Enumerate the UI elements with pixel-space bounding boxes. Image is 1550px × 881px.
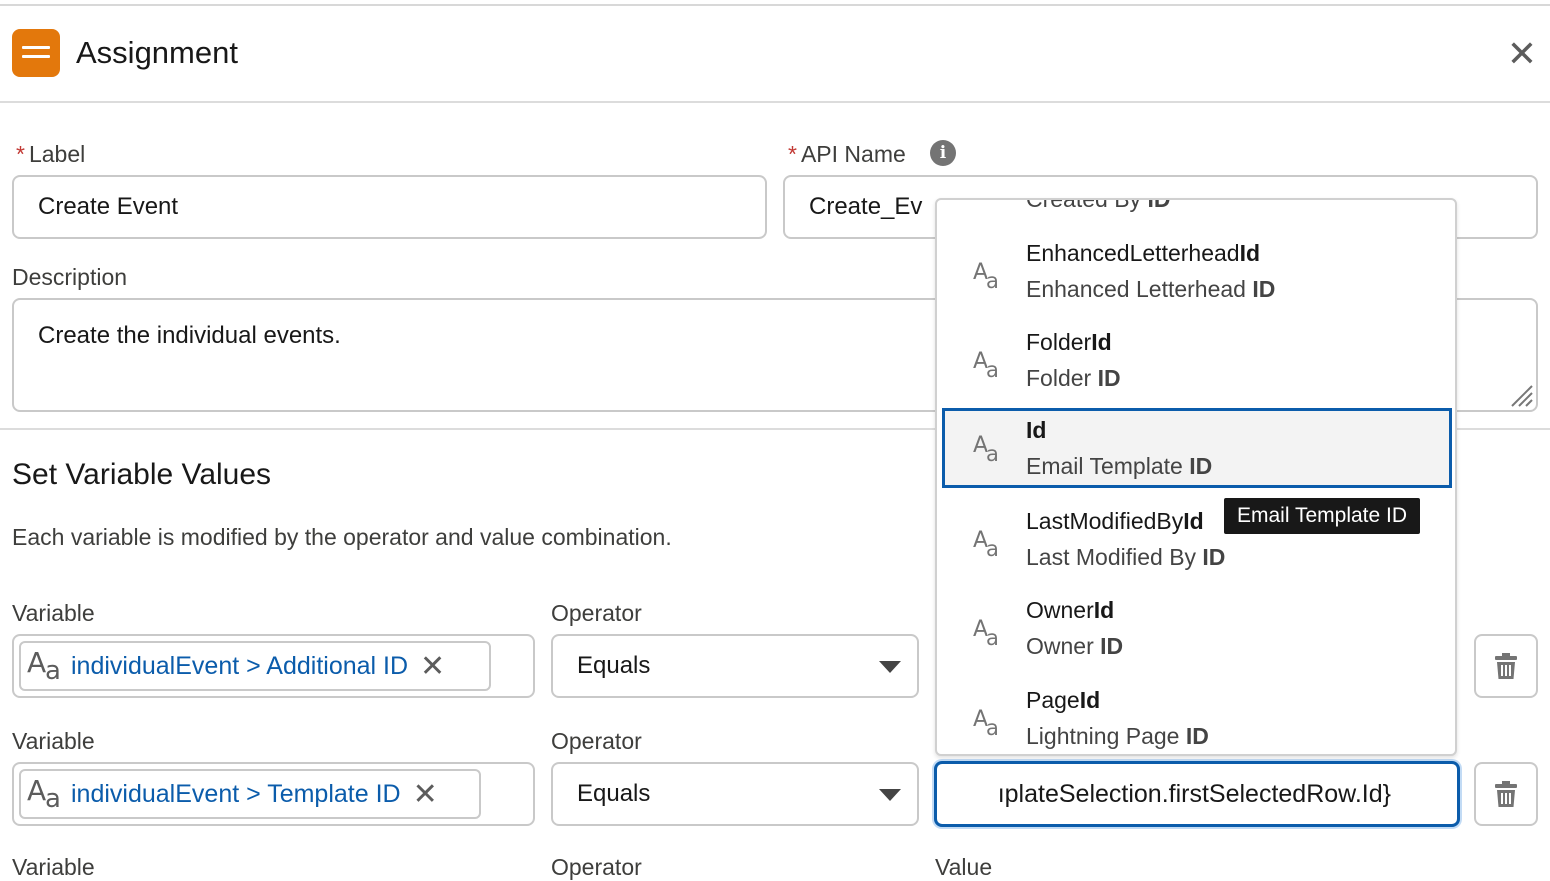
text-type-icon: Aa <box>973 528 999 561</box>
assignment-icon <box>12 29 60 77</box>
variable-combobox[interactable]: Aa individualEvent > Additional ID ✕ <box>12 634 535 698</box>
listbox-item[interactable]: Aa PageId Lightning Page ID <box>937 683 1455 754</box>
description-field-label: Description <box>12 264 128 290</box>
operator-value: Equals <box>577 652 651 679</box>
listbox-item[interactable]: Aa EnhancedLetterheadId Enhanced Letterh… <box>937 236 1455 320</box>
remove-icon[interactable]: ✕ <box>420 649 445 684</box>
variable-pill[interactable]: Aa individualEvent > Template ID ✕ <box>19 769 481 819</box>
modal-title: Assignment <box>76 35 238 70</box>
listbox-item[interactable]: Aa OwnerId Owner ID <box>937 593 1455 677</box>
tooltip: Email Template ID <box>1224 498 1421 534</box>
api-name-input-value: Create_Ev <box>809 193 923 220</box>
variable-label: Variable <box>12 854 95 880</box>
delete-row-button[interactable] <box>1474 634 1538 698</box>
text-type-icon: Aa <box>973 260 999 293</box>
operator-label: Operator <box>551 854 642 880</box>
close-icon[interactable]: ✕ <box>1506 36 1538 72</box>
listbox-item-partial[interactable]: Created By ID <box>1026 200 1170 213</box>
label-input[interactable]: Create Event <box>12 175 767 239</box>
operator-value: Equals <box>577 780 651 807</box>
value-input-text: ıplateSelection.firstSelectedRow.Id} <box>997 780 1391 808</box>
required-marker: * <box>788 141 797 167</box>
variable-pill-label: individualEvent > Template ID <box>71 779 401 808</box>
top-divider <box>0 4 1550 6</box>
chevron-down-icon <box>879 661 901 673</box>
trash-icon <box>1495 781 1517 807</box>
section-title: Set Variable Values <box>12 458 272 491</box>
variable-label: Variable <box>12 728 95 754</box>
label-input-value: Create Event <box>38 193 179 220</box>
listbox-item[interactable]: Aa FolderId Folder ID <box>937 325 1455 409</box>
resize-handle-icon[interactable] <box>1508 382 1534 408</box>
section-description: Each variable is modified by the operato… <box>12 524 672 550</box>
text-type-icon: Aa <box>973 707 999 740</box>
operator-select[interactable]: Equals <box>551 634 919 698</box>
listbox-item-selected[interactable]: Aa Id Email Template ID <box>942 408 1452 488</box>
description-value: Create the individual events. <box>38 322 341 349</box>
operator-label: Operator <box>551 600 642 626</box>
operator-label: Operator <box>551 728 642 754</box>
variable-combobox[interactable]: Aa individualEvent > Template ID ✕ <box>12 762 535 826</box>
resource-picker-listbox[interactable]: Created By ID Aa EnhancedLetterheadId En… <box>935 198 1457 756</box>
label-field-label: * Label <box>16 141 86 167</box>
operator-select[interactable]: Equals <box>551 762 919 826</box>
variable-pill[interactable]: Aa individualEvent > Additional ID ✕ <box>19 641 491 691</box>
text-type-icon: Aa <box>27 646 61 686</box>
text-type-icon: Aa <box>973 349 999 382</box>
text-type-icon: Aa <box>973 617 999 650</box>
variable-label: Variable <box>12 600 95 626</box>
required-marker: * <box>16 141 25 167</box>
variable-pill-label: individualEvent > Additional ID <box>71 651 409 680</box>
chevron-down-icon <box>879 789 901 801</box>
api-name-field-label: * API Name <box>788 141 906 167</box>
text-type-icon: Aa <box>973 433 999 466</box>
value-input[interactable]: ıplateSelection.firstSelectedRow.Id} <box>934 761 1460 827</box>
header-divider <box>0 101 1550 103</box>
trash-icon <box>1495 653 1517 679</box>
value-label: Value <box>935 854 993 880</box>
info-icon[interactable]: i <box>930 140 956 166</box>
delete-row-button[interactable] <box>1474 762 1538 826</box>
remove-icon[interactable]: ✕ <box>413 777 438 812</box>
text-type-icon: Aa <box>27 774 61 814</box>
